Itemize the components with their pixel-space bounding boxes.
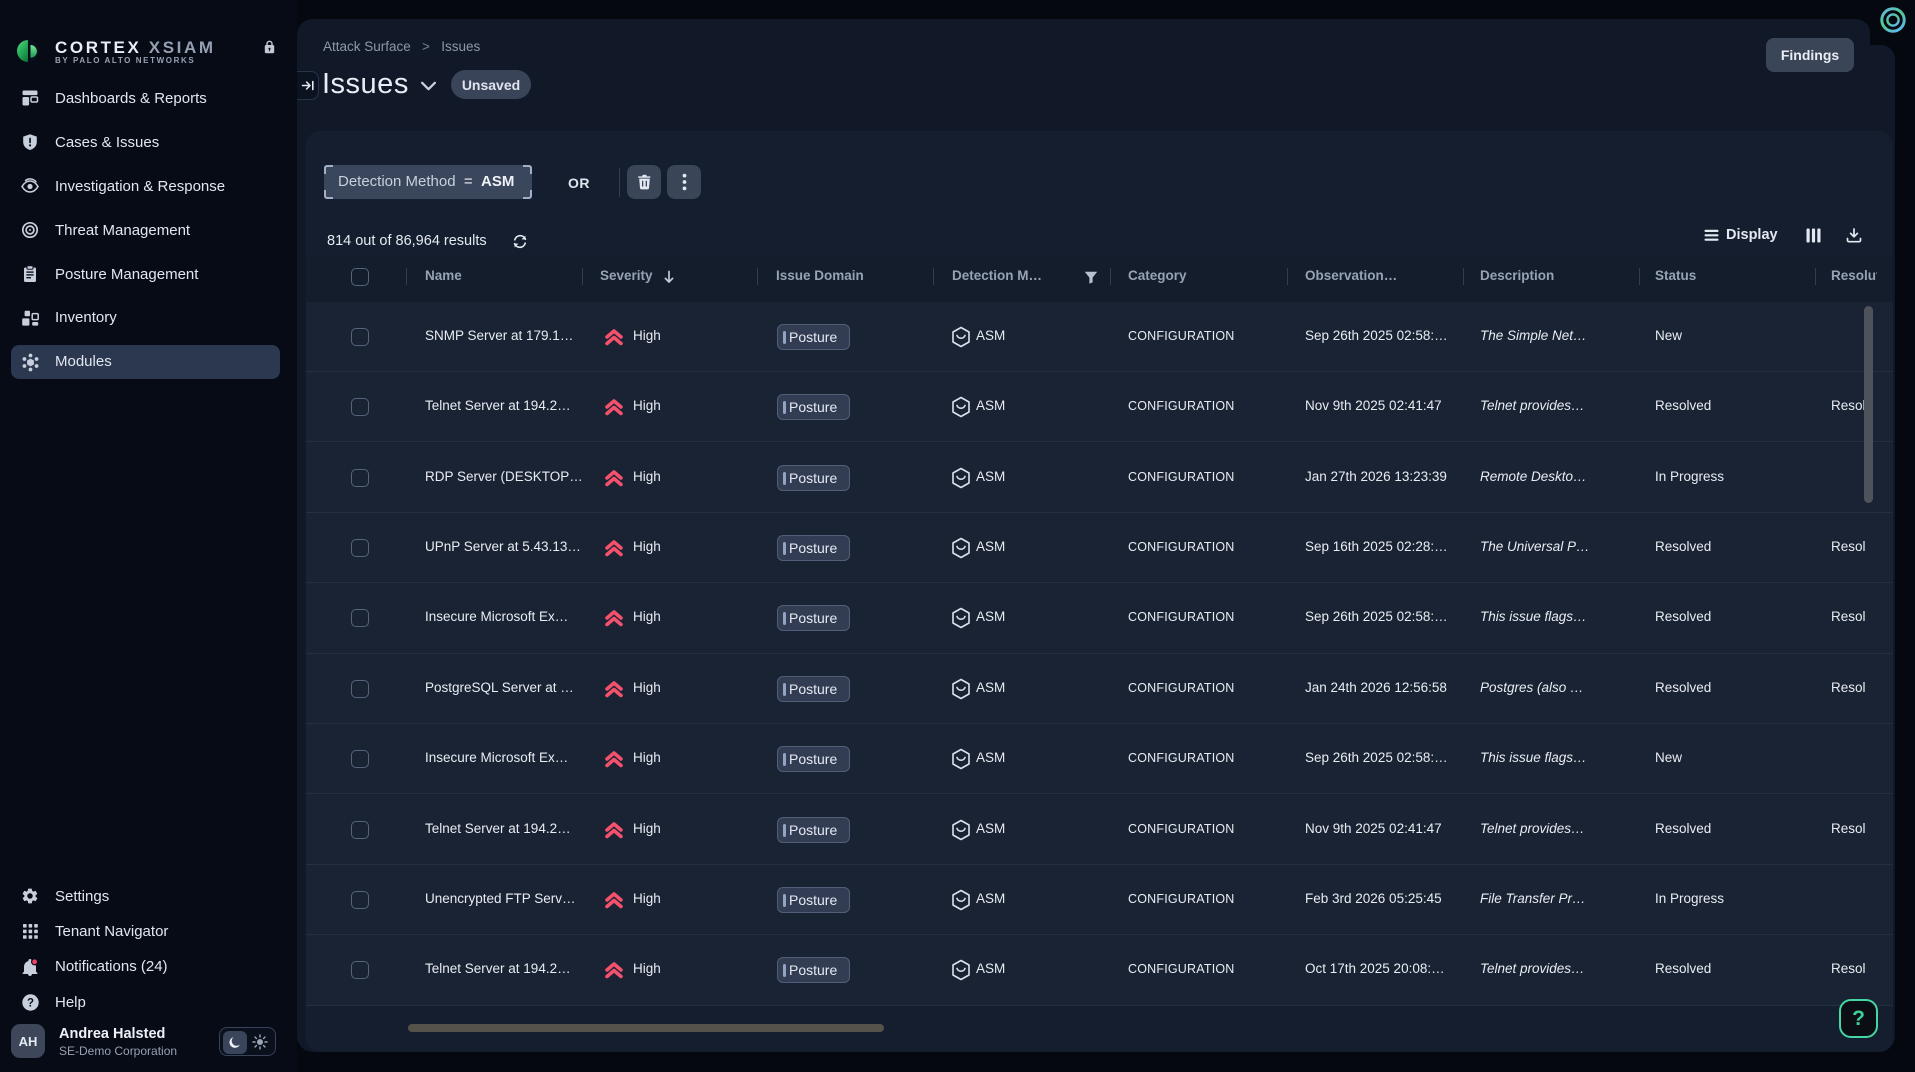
svg-text:?: ? bbox=[26, 997, 33, 1009]
